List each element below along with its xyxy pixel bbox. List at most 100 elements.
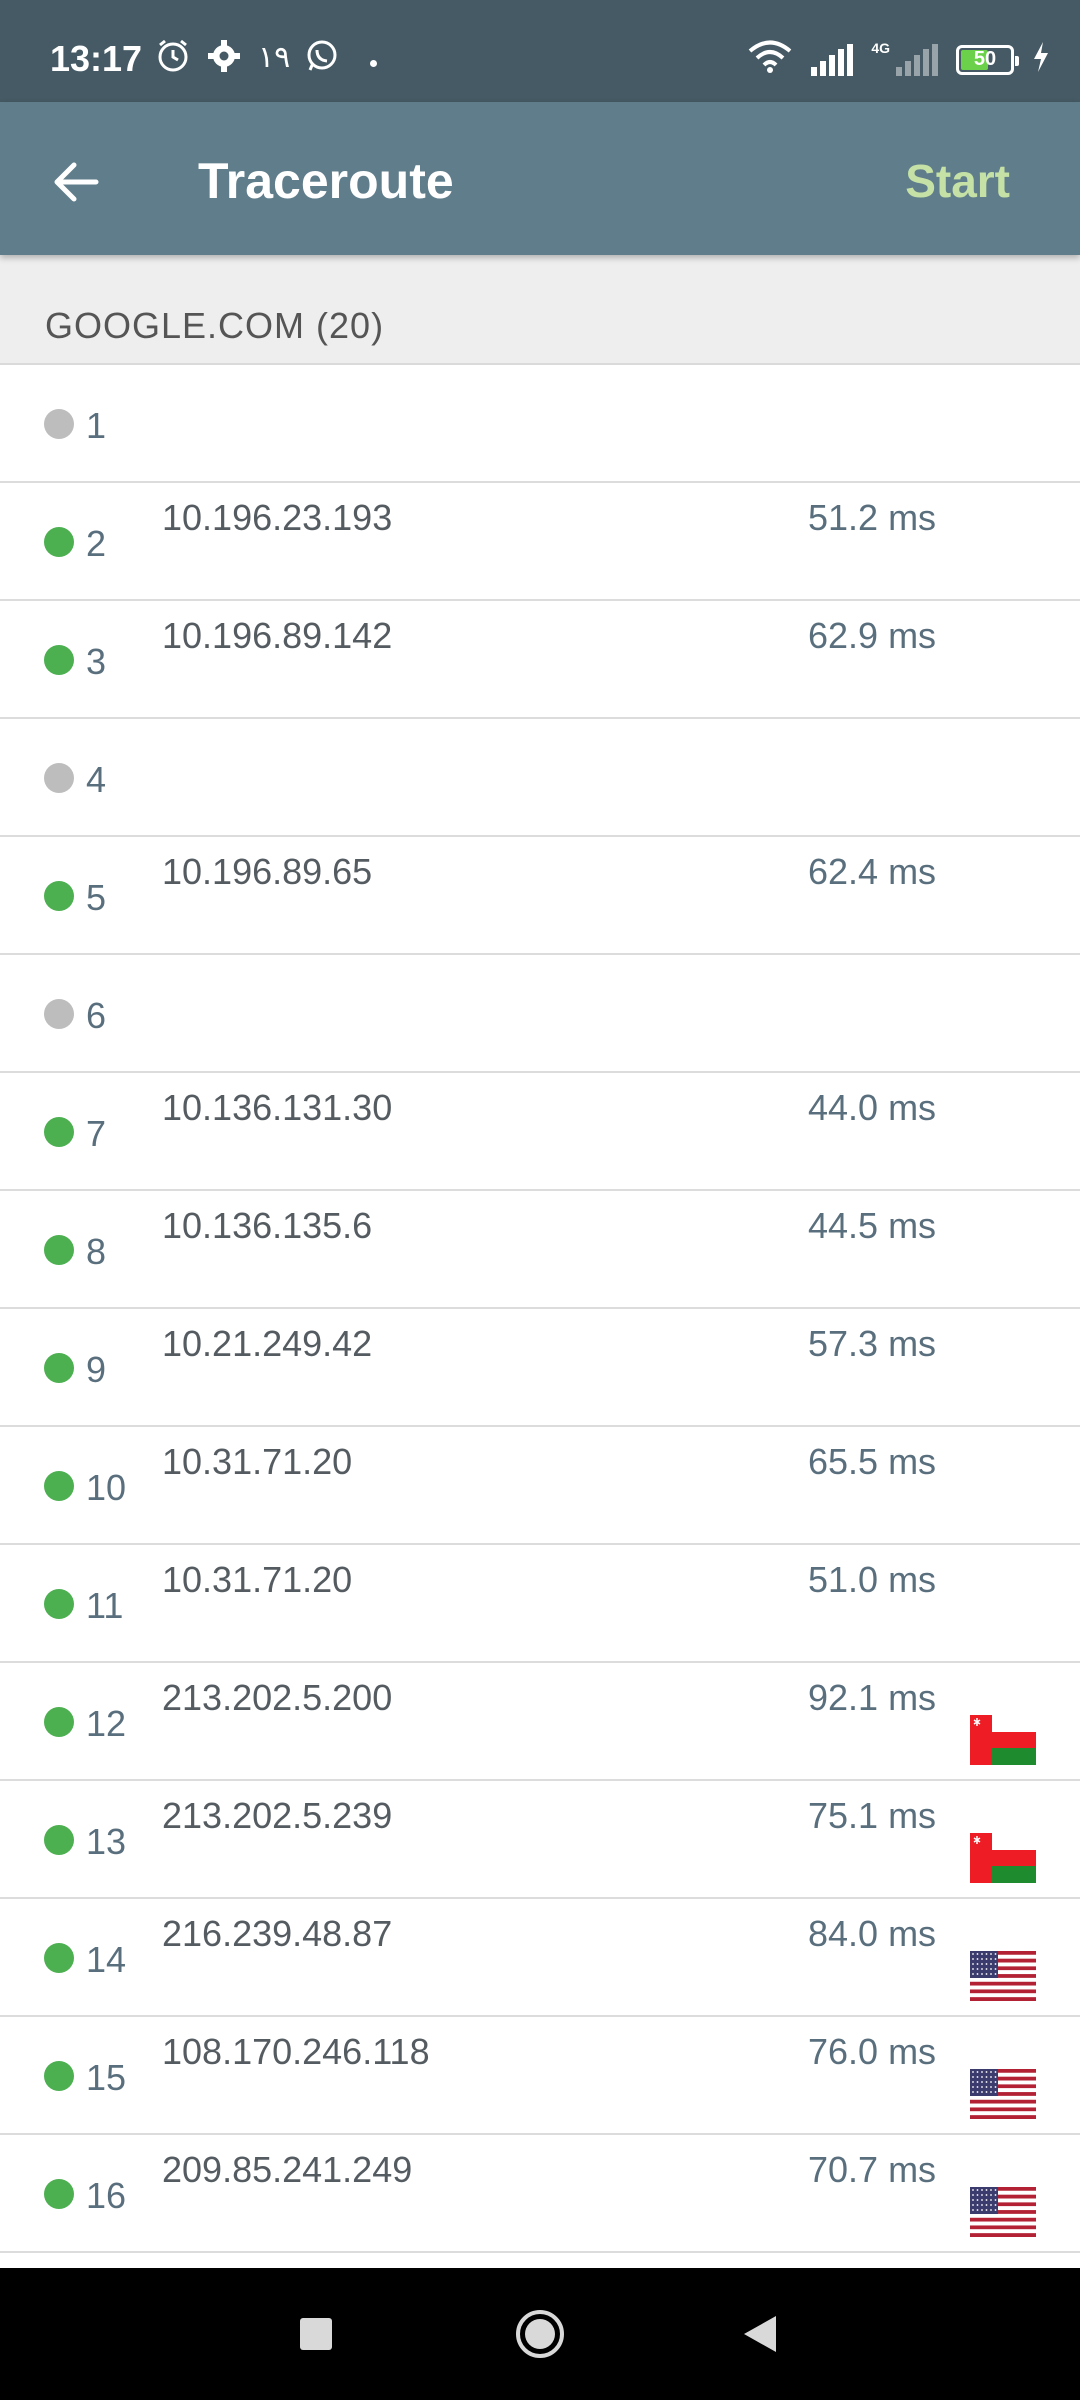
hop-number: 2 bbox=[86, 523, 107, 564]
back-nav-button[interactable] bbox=[720, 2298, 800, 2370]
back-button[interactable] bbox=[36, 142, 116, 222]
usa-flag-icon bbox=[970, 2187, 1036, 2237]
hop-row[interactable]: 5 10.196.89.65 62.4 ms bbox=[0, 837, 1080, 955]
hop-row[interactable]: 2 10.196.23.193 51.2 ms bbox=[0, 483, 1080, 601]
status-dot-reachable bbox=[44, 1117, 74, 1147]
hop-latency: 44.0 ms bbox=[808, 1087, 937, 1128]
battery-percent: 50 bbox=[973, 48, 997, 70]
status-right-icons: 4G 50 bbox=[747, 40, 1050, 79]
status-dot-reachable bbox=[44, 527, 74, 557]
hop-latency: 51.0 ms bbox=[808, 1559, 937, 1600]
hop-ip-address: 209.85.241.249 bbox=[162, 2149, 413, 2190]
page-title: Traceroute bbox=[198, 153, 454, 209]
hop-number: 7 bbox=[86, 1113, 107, 1154]
status-dot-reachable bbox=[44, 881, 74, 911]
status-dot-no-response bbox=[44, 409, 74, 439]
charging-icon bbox=[1032, 41, 1050, 78]
hop-row[interactable]: 6 bbox=[0, 955, 1080, 1073]
target-host-label: GOOGLE.COM (20) bbox=[45, 305, 385, 346]
gear-icon bbox=[206, 38, 242, 74]
signal-2-icon bbox=[896, 43, 938, 76]
hop-row[interactable]: 9 10.21.249.42 57.3 ms bbox=[0, 1309, 1080, 1427]
status-dot-reachable bbox=[44, 645, 74, 675]
status-dot-reachable bbox=[44, 1825, 74, 1855]
hop-ip-address: 216.239.48.87 bbox=[162, 1913, 393, 1954]
hop-latency: 70.7 ms bbox=[808, 2149, 937, 2190]
hop-row[interactable]: 15 108.170.246.118 76.0 ms bbox=[0, 2017, 1080, 2135]
hop-number: 1 bbox=[86, 405, 107, 446]
hop-ip-address: 10.136.131.30 bbox=[162, 1087, 393, 1128]
hop-number: 3 bbox=[86, 641, 107, 682]
recents-square-icon bbox=[300, 2318, 332, 2350]
oman-flag-icon bbox=[970, 1833, 1036, 1883]
status-dot-no-response bbox=[44, 763, 74, 793]
hop-row[interactable]: 3 10.196.89.142 62.9 ms bbox=[0, 601, 1080, 719]
hop-latency: 76.0 ms bbox=[808, 2031, 937, 2072]
back-triangle-icon bbox=[744, 2316, 776, 2352]
hop-row[interactable]: 13 213.202.5.239 75.1 ms bbox=[0, 1781, 1080, 1899]
hop-latency: 44.5 ms bbox=[808, 1205, 937, 1246]
hop-ip-address: 10.196.89.65 bbox=[162, 851, 373, 892]
hop-number: 9 bbox=[86, 1349, 107, 1390]
hop-latency: 65.5 ms bbox=[808, 1441, 937, 1482]
hop-number: 16 bbox=[86, 2175, 127, 2216]
recents-button[interactable] bbox=[276, 2298, 356, 2370]
hop-latency: 84.0 ms bbox=[808, 1913, 937, 1954]
hop-row[interactable]: 16 209.85.241.249 70.7 ms bbox=[0, 2135, 1080, 2253]
status-dot-reachable bbox=[44, 2061, 74, 2091]
hop-number: 15 bbox=[86, 2057, 127, 2098]
network-type-label: 4G bbox=[871, 39, 890, 56]
hop-ip-address: 10.31.71.20 bbox=[162, 1559, 353, 1600]
status-dot-reachable bbox=[44, 1589, 74, 1619]
hop-number: 8 bbox=[86, 1231, 107, 1272]
hop-number: 6 bbox=[86, 995, 107, 1036]
hop-row[interactable]: 1 bbox=[0, 365, 1080, 483]
hop-ip-address: 10.196.89.142 bbox=[162, 615, 393, 656]
navigation-bar bbox=[0, 2268, 1080, 2400]
hop-ip-address: 10.21.249.42 bbox=[162, 1323, 373, 1364]
status-arabic-text: ١٩ bbox=[258, 40, 291, 75]
status-dot-no-response bbox=[44, 999, 74, 1029]
status-dot-reachable bbox=[44, 1943, 74, 1973]
hop-row[interactable]: 14 216.239.48.87 84.0 ms bbox=[0, 1899, 1080, 2017]
hop-latency: 57.3 ms bbox=[808, 1323, 937, 1364]
hop-ip-address: 10.196.23.193 bbox=[162, 497, 393, 538]
hop-number: 13 bbox=[86, 1821, 127, 1862]
hop-row[interactable]: 10 10.31.71.20 65.5 ms bbox=[0, 1427, 1080, 1545]
hop-row[interactable]: 7 10.136.131.30 44.0 ms bbox=[0, 1073, 1080, 1191]
status-bar: 13:17 ١٩ 4G 50 bbox=[0, 0, 1080, 102]
whatsapp-icon bbox=[304, 38, 340, 74]
status-time: 13:17 bbox=[50, 38, 143, 79]
hop-number: 10 bbox=[86, 1467, 127, 1508]
arrow-left-icon bbox=[54, 162, 99, 202]
status-dot-reachable bbox=[44, 1353, 74, 1383]
section-header: GOOGLE.COM (20) bbox=[0, 255, 1080, 365]
hop-row[interactable]: 12 213.202.5.200 92.1 ms bbox=[0, 1663, 1080, 1781]
wifi-icon bbox=[747, 40, 793, 79]
hop-latency: 92.1 ms bbox=[808, 1677, 937, 1718]
status-dot-reachable bbox=[44, 1235, 74, 1265]
hop-number: 5 bbox=[86, 877, 107, 918]
home-button[interactable] bbox=[500, 2298, 580, 2370]
hop-ip-address: 213.202.5.239 bbox=[162, 1795, 393, 1836]
battery-icon: 50 bbox=[956, 44, 1019, 75]
hop-ip-address: 213.202.5.200 bbox=[162, 1677, 393, 1718]
notification-dot bbox=[370, 60, 377, 67]
hop-number: 11 bbox=[86, 1585, 124, 1626]
hop-ip-address: 10.31.71.20 bbox=[162, 1441, 353, 1482]
app-bar: Traceroute Start bbox=[0, 102, 1080, 255]
hop-row[interactable]: 11 10.31.71.20 51.0 ms bbox=[0, 1545, 1080, 1663]
usa-flag-icon bbox=[970, 2069, 1036, 2119]
hop-ip-address: 108.170.246.118 bbox=[162, 2031, 430, 2072]
hop-row[interactable]: 8 10.136.135.6 44.5 ms bbox=[0, 1191, 1080, 1309]
hop-number: 14 bbox=[86, 1939, 127, 1980]
hop-number: 4 bbox=[86, 759, 107, 800]
status-dot-reachable bbox=[44, 1471, 74, 1501]
status-dot-reachable bbox=[44, 2179, 74, 2209]
signal-icon bbox=[811, 43, 854, 76]
start-button[interactable]: Start bbox=[905, 154, 1010, 208]
hop-row[interactable]: 4 bbox=[0, 719, 1080, 837]
hop-latency: 75.1 ms bbox=[808, 1795, 937, 1836]
hop-latency: 62.4 ms bbox=[808, 851, 937, 892]
hop-latency: 62.9 ms bbox=[808, 615, 937, 656]
